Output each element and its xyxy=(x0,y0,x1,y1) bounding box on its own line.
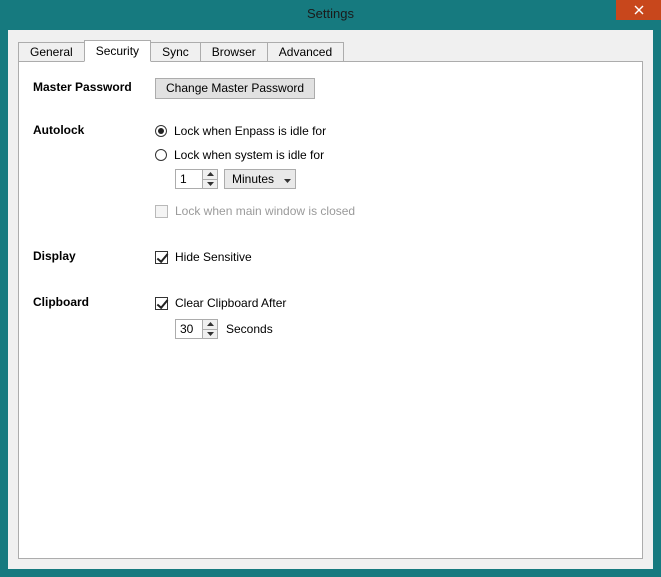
spinner-down[interactable] xyxy=(203,179,217,189)
radio-system-idle-label: Lock when system is idle for xyxy=(174,148,324,162)
row-master-password: Master Password Change Master Password xyxy=(33,78,628,99)
autolock-duration-input[interactable] xyxy=(176,170,202,188)
radio-line-system-idle: Lock when system is idle for xyxy=(155,145,628,165)
clipboard-seconds-spinner[interactable] xyxy=(175,319,218,339)
close-icon xyxy=(634,5,644,15)
chevron-down-icon xyxy=(207,182,214,186)
chevron-up-icon xyxy=(207,172,214,176)
checkbox-lock-on-close-label: Lock when main window is closed xyxy=(175,204,355,218)
autolock-duration-spinner[interactable] xyxy=(175,169,218,189)
check-line-hide-sensitive: Hide Sensitive xyxy=(155,247,628,267)
checkbox-hide-sensitive-label: Hide Sensitive xyxy=(175,250,252,264)
checkbox-clear-clipboard[interactable] xyxy=(155,297,168,310)
tab-sync[interactable]: Sync xyxy=(150,42,201,62)
close-button[interactable] xyxy=(616,0,661,20)
spinner-up[interactable] xyxy=(203,170,217,179)
tab-body-security: Master Password Change Master Password A… xyxy=(18,61,643,559)
autolock-unit-value: Minutes xyxy=(232,172,274,186)
clipboard-seconds-input[interactable] xyxy=(176,320,202,338)
ctrl-display: Hide Sensitive xyxy=(155,247,628,271)
ctrl-clipboard: Clear Clipboard After xyxy=(155,293,628,339)
label-clipboard: Clipboard xyxy=(33,293,155,309)
change-master-password-button[interactable]: Change Master Password xyxy=(155,78,315,99)
spinner-arrows xyxy=(202,320,217,338)
radio-app-idle[interactable] xyxy=(155,125,167,137)
clipboard-seconds-controls: Seconds xyxy=(175,319,628,339)
row-display: Display Hide Sensitive xyxy=(33,247,628,271)
tab-security[interactable]: Security xyxy=(84,40,151,62)
spinner-up[interactable] xyxy=(203,320,217,329)
tab-general[interactable]: General xyxy=(18,42,85,62)
check-line-lock-on-close: Lock when main window is closed xyxy=(155,201,628,221)
label-autolock: Autolock xyxy=(33,121,155,137)
autolock-duration-controls: Minutes xyxy=(175,169,628,189)
ctrl-master-password: Change Master Password xyxy=(155,78,628,99)
radio-line-app-idle: Lock when Enpass is idle for xyxy=(155,121,628,141)
autolock-unit-combo[interactable]: Minutes xyxy=(224,169,296,189)
spinner-down[interactable] xyxy=(203,329,217,339)
clipboard-seconds-unit: Seconds xyxy=(226,322,273,336)
window-title: Settings xyxy=(0,0,661,27)
titlebar: Settings xyxy=(0,0,661,27)
radio-app-idle-label: Lock when Enpass is idle for xyxy=(174,124,326,138)
checkbox-clear-clipboard-label: Clear Clipboard After xyxy=(175,296,286,310)
settings-window: Settings General Security Sync Browser A… xyxy=(0,0,661,577)
client-area: General Security Sync Browser Advanced M… xyxy=(8,30,653,569)
label-master-password: Master Password xyxy=(33,78,155,94)
chevron-down-icon xyxy=(207,332,214,336)
tabstrip: General Security Sync Browser Advanced xyxy=(18,40,643,62)
ctrl-autolock: Lock when Enpass is idle for Lock when s… xyxy=(155,121,628,225)
chevron-down-icon xyxy=(284,172,291,186)
checkbox-lock-on-close xyxy=(155,205,168,218)
tab-advanced[interactable]: Advanced xyxy=(267,42,344,62)
tab-browser[interactable]: Browser xyxy=(200,42,268,62)
spinner-arrows xyxy=(202,170,217,188)
tab-panel: General Security Sync Browser Advanced M… xyxy=(18,40,643,559)
check-line-clear-clipboard: Clear Clipboard After xyxy=(155,293,628,313)
row-autolock: Autolock Lock when Enpass is idle for Lo… xyxy=(33,121,628,225)
radio-system-idle[interactable] xyxy=(155,149,167,161)
row-clipboard: Clipboard Clear Clipboard After xyxy=(33,293,628,339)
label-display: Display xyxy=(33,247,155,263)
checkbox-hide-sensitive[interactable] xyxy=(155,251,168,264)
chevron-up-icon xyxy=(207,322,214,326)
